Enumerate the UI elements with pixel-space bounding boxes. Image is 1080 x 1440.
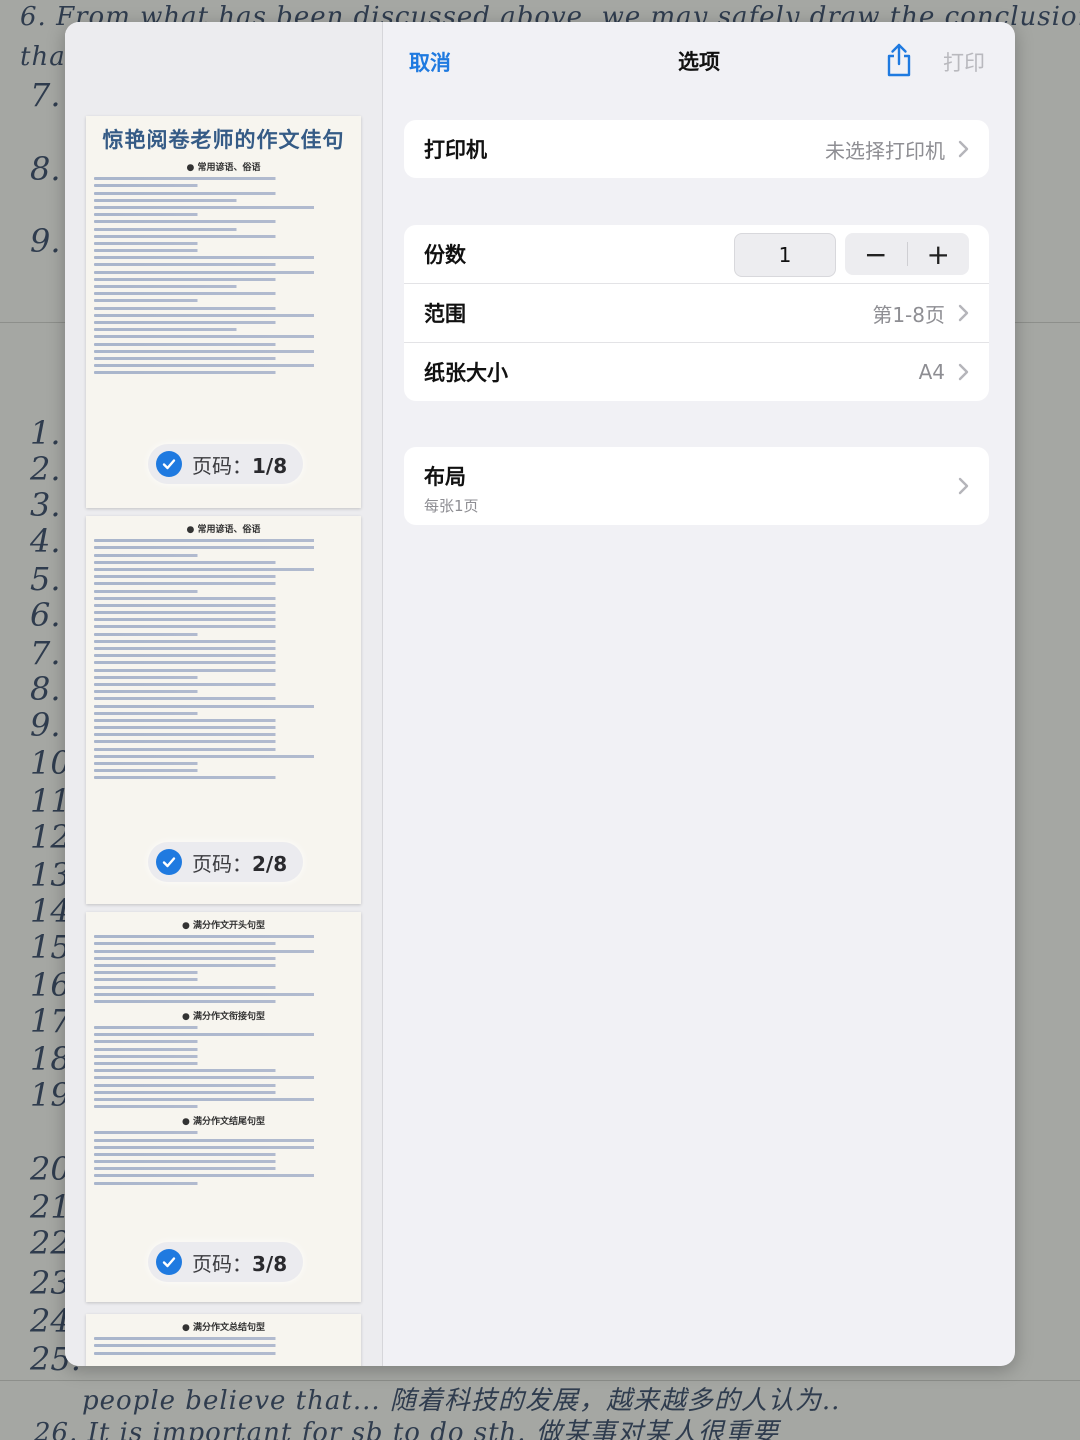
bg-number: 2.	[30, 450, 61, 488]
print-settings-group: 份数 1 − + 范围 第1-8页 纸张大小 A4	[404, 225, 989, 401]
bg-number: 3.	[30, 486, 61, 524]
bg-number: 8.	[30, 150, 61, 188]
options-pane: 取消 选项 打印 打印机 未选择打印机 份数 1 − + 范围 第1-8页 纸张…	[383, 22, 1015, 1366]
copies-value-field[interactable]: 1	[734, 233, 836, 277]
badge-value: 3/8	[252, 1251, 288, 1276]
nav-title: 选项	[678, 50, 720, 74]
nav-bar: 取消 选项 打印	[383, 22, 1015, 98]
copies-stepper: − +	[845, 233, 969, 275]
bg-number: 8.	[30, 670, 61, 708]
badge-prefix: 页码：	[192, 453, 252, 478]
preview-section-heading: ● 常用谚语、俗语	[186, 163, 261, 173]
layout-label: 布局	[424, 465, 466, 489]
page-number-badge[interactable]: 页码：2/8	[148, 842, 304, 882]
badge-value: 2/8	[252, 851, 288, 876]
bg-number: 9.	[30, 706, 61, 744]
bg-number: 5.	[30, 560, 61, 598]
paper-size-row[interactable]: 纸张大小 A4	[404, 342, 989, 401]
printer-value: 未选择打印机	[825, 138, 945, 163]
bg-number: 9.	[30, 222, 61, 260]
layout-value: 每张1页	[424, 497, 479, 515]
print-button[interactable]: 打印	[943, 47, 985, 77]
paper-size-label: 纸张大小	[424, 361, 508, 385]
range-row[interactable]: 范围 第1-8页	[404, 283, 989, 342]
bg-number: 7.	[30, 76, 61, 114]
print-preview-pane[interactable]: 惊艳阅卷老师的作文佳句 ● 常用谚语、俗语 页码：1/8 ● 常用谚语、俗语 页…	[65, 22, 383, 1366]
printer-group: 打印机 未选择打印机	[404, 120, 989, 178]
badge-prefix: 页码：	[192, 1251, 252, 1276]
preview-page-4[interactable]: ● 满分作文总结句型	[86, 1314, 361, 1366]
badge-prefix: 页码：	[192, 851, 252, 876]
preview-page-title: 惊艳阅卷老师的作文佳句	[102, 127, 345, 152]
increment-button[interactable]: +	[908, 233, 970, 275]
share-icon[interactable]	[883, 42, 915, 78]
layout-group: 布局 每张1页	[404, 447, 989, 525]
bg-number: 6.	[30, 596, 61, 634]
decrement-button[interactable]: −	[845, 233, 907, 275]
bg-number: 1.	[30, 414, 61, 452]
chevron-right-icon	[958, 363, 969, 381]
preview-section-heading: ● 常用谚语、俗语	[186, 525, 261, 535]
chevron-right-icon	[958, 477, 969, 495]
printer-label: 打印机	[424, 138, 487, 162]
bg-number: 7.	[30, 634, 61, 672]
copies-label: 份数	[424, 243, 466, 267]
layout-row[interactable]: 布局 每张1页	[404, 447, 989, 525]
bg-line-bottom-2: 26. It is important for sb to do sth. 做某…	[34, 1418, 779, 1440]
checkmark-icon	[156, 849, 182, 875]
paper-size-value: A4	[918, 360, 945, 384]
preview-section-heading: ● 满分作文衔接句型	[182, 1011, 265, 1022]
preview-section-heading: ● 满分作文总结句型	[182, 1323, 265, 1333]
checkmark-icon	[156, 451, 182, 477]
copies-row: 份数 1 − +	[404, 225, 989, 283]
badge-value: 1/8	[252, 453, 288, 478]
checkmark-icon	[156, 1249, 182, 1275]
preview-section-heading: ● 满分作文开头句型	[182, 921, 265, 931]
page-number-badge[interactable]: 页码：3/8	[148, 1242, 304, 1282]
preview-section-heading: ● 满分作文结尾句型	[182, 1117, 265, 1128]
chevron-right-icon	[958, 140, 969, 158]
range-label: 范围	[424, 302, 466, 326]
printer-row[interactable]: 打印机 未选择打印机	[404, 120, 989, 178]
page-number-badge[interactable]: 页码：1/8	[148, 444, 304, 484]
print-options-sheet: 惊艳阅卷老师的作文佳句 ● 常用谚语、俗语 页码：1/8 ● 常用谚语、俗语 页…	[65, 22, 1015, 1366]
range-value: 第1-8页	[872, 302, 945, 327]
chevron-right-icon	[958, 304, 969, 322]
bg-number: 4.	[30, 522, 61, 560]
